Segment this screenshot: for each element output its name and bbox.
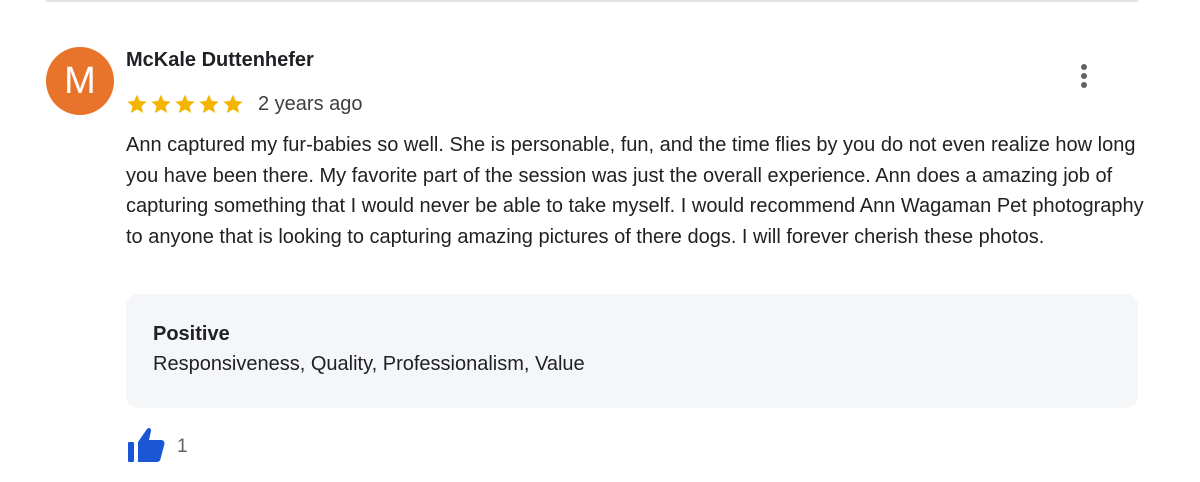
review-text: Ann captured my fur-babies so well. She … xyxy=(126,134,1144,248)
like-count: 1 xyxy=(177,436,188,457)
more-options-button[interactable] xyxy=(1068,60,1100,92)
attributes-heading: Positive xyxy=(153,323,230,345)
star-icon xyxy=(223,94,243,113)
avatar[interactable]: M xyxy=(46,47,114,115)
review-meta: 2 years ago xyxy=(126,90,363,118)
star-icon xyxy=(127,94,147,113)
review-card: M McKale Duttenhefer 2 years ago Ann cap… xyxy=(0,0,1200,482)
attributes-values: Responsiveness, Quality, Professionalism… xyxy=(153,353,585,375)
star-icon xyxy=(151,94,171,113)
review-age: 2 years ago xyxy=(258,92,363,115)
review-attributes-panel: Positive Responsiveness, Quality, Profes… xyxy=(126,294,1138,408)
more-vertical-icon xyxy=(1081,64,1087,88)
like-button[interactable] xyxy=(126,426,166,464)
star-rating xyxy=(126,93,244,115)
star-icon xyxy=(199,94,219,113)
thumbs-up-icon xyxy=(128,427,165,462)
author-name[interactable]: McKale Duttenhefer xyxy=(126,49,314,72)
star-icon xyxy=(175,94,195,113)
